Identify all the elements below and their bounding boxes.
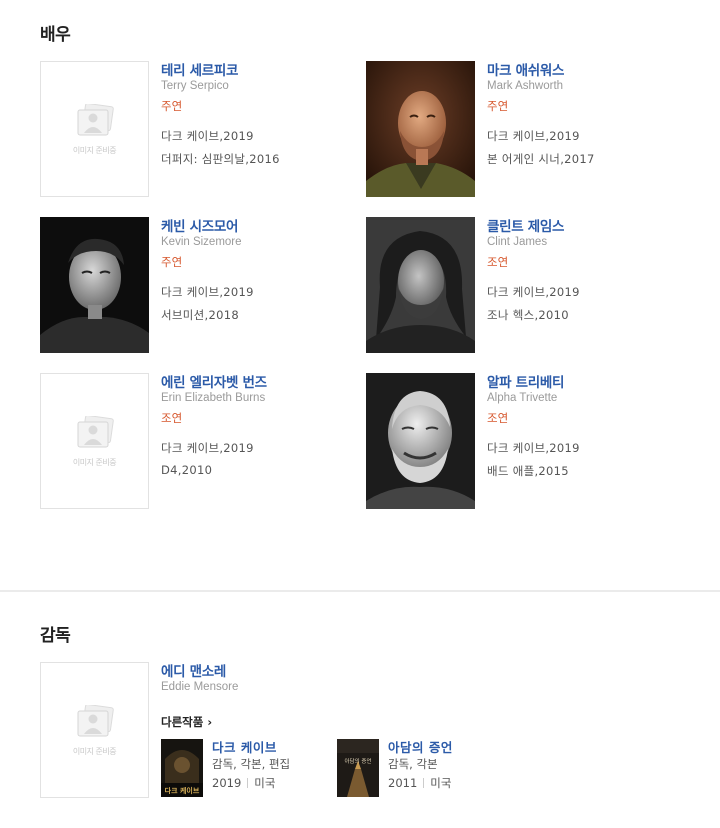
image-placeholder-icon: [77, 705, 114, 737]
actor-card[interactable]: 클린트 제임스 Clint James 조연 다크 케이브,2019 조나 헥스…: [366, 217, 666, 357]
actor-photo[interactable]: [366, 373, 475, 509]
actor-photo-placeholder[interactable]: 이미지 준비중: [40, 373, 149, 509]
director-name-ko[interactable]: 에디 맨소레: [161, 660, 226, 680]
actor-work[interactable]: 다크 케이브,2019: [487, 128, 580, 144]
meta-separator: [423, 778, 425, 788]
actor-name-en: Clint James: [487, 236, 548, 248]
actors-section: 배우 이미지 준비중 테리 세르피코 Terry Serpico 주연 다크 케…: [0, 0, 720, 590]
actor-name-ko[interactable]: 케빈 시즈모어: [161, 215, 238, 235]
poster-art: 다크 케이브: [161, 739, 203, 797]
film-meta: 2011 미국: [388, 775, 451, 791]
actor-work[interactable]: 다크 케이브,2019: [487, 440, 580, 456]
director-card[interactable]: 이미지 준비중 에디 맨소레 Eddie Mensore 다른작품 › 다크 케…: [40, 662, 480, 802]
actor-portrait: [40, 217, 149, 353]
actor-work[interactable]: 배드 애플,2015: [487, 463, 569, 479]
placeholder-text: 이미지 준비중: [72, 146, 117, 155]
meta-separator: [247, 778, 249, 788]
film-meta: 2019 미국: [212, 775, 275, 791]
actor-portrait: [366, 217, 475, 353]
actor-work[interactable]: 다크 케이브,2019: [161, 440, 254, 456]
film-year: 2011: [388, 776, 418, 790]
other-works-link[interactable]: 다른작품 ›: [161, 714, 212, 730]
actor-photo[interactable]: [366, 61, 475, 197]
actor-work[interactable]: 더퍼지: 심판의날,2016: [161, 151, 280, 167]
actor-card[interactable]: 마크 애쉬워스 Mark Ashworth 주연 다크 케이브,2019 본 어…: [366, 61, 666, 201]
actor-work[interactable]: 본 어게인 시너,2017: [487, 151, 595, 167]
actor-role: 주연: [487, 99, 509, 113]
actor-role: 조연: [161, 411, 183, 425]
actor-photo-placeholder[interactable]: 이미지 준비중: [40, 61, 149, 197]
film-roles: 감독, 각본: [388, 757, 438, 771]
actor-role: 주연: [161, 255, 183, 269]
actor-card[interactable]: 이미지 준비중 에린 엘리자벳 번즈 Erin Elizabeth Burns …: [40, 373, 340, 513]
director-section: 감독 이미지 준비중 에디 맨소레 Eddie Mensore 다른작품 › 다…: [0, 591, 720, 828]
film-item[interactable]: 아담의 증언 아담의 증언 감독, 각본 2011 미국: [337, 739, 497, 799]
actor-card[interactable]: 케빈 시즈모어 Kevin Sizemore 주연 다크 케이브,2019 서브…: [40, 217, 340, 357]
poster-art: 아담의 증언: [337, 739, 379, 797]
director-photo-placeholder[interactable]: 이미지 준비중: [40, 662, 149, 798]
actor-name-ko[interactable]: 마크 애쉬워스: [487, 59, 564, 79]
film-item[interactable]: 다크 케이브 다크 케이브 감독, 각본, 편집 2019 미국: [161, 739, 321, 799]
director-name-en: Eddie Mensore: [161, 681, 239, 693]
actor-work[interactable]: D4,2010: [161, 463, 212, 477]
actor-name-ko[interactable]: 클린트 제임스: [487, 215, 564, 235]
actor-name-en: Erin Elizabeth Burns: [161, 392, 266, 404]
actor-name-ko[interactable]: 테리 세르피코: [161, 59, 238, 79]
actor-photo[interactable]: [40, 217, 149, 353]
actor-role: 조연: [487, 411, 509, 425]
actor-work[interactable]: 조나 헥스,2010: [487, 307, 569, 323]
director-title: 감독: [40, 626, 71, 646]
film-roles: 감독, 각본, 편집: [212, 757, 291, 771]
actor-name-ko[interactable]: 에린 엘리자벳 번즈: [161, 371, 267, 391]
film-poster[interactable]: 아담의 증언: [337, 739, 379, 797]
placeholder-text: 이미지 준비중: [72, 458, 117, 467]
film-title[interactable]: 아담의 증언: [388, 737, 453, 756]
image-placeholder-icon: [77, 104, 114, 136]
actor-card[interactable]: 알파 트리베티 Alpha Trivette 조연 다크 케이브,2019 배드…: [366, 373, 666, 513]
poster-title-text: 다크 케이브: [165, 786, 200, 795]
actor-portrait: [366, 373, 475, 509]
actor-photo[interactable]: [366, 217, 475, 353]
film-country: 미국: [430, 776, 452, 790]
actors-title: 배우: [40, 25, 71, 45]
actor-role: 주연: [161, 99, 183, 113]
film-year: 2019: [212, 776, 242, 790]
film-poster[interactable]: 다크 케이브: [161, 739, 203, 797]
actor-name-en: Kevin Sizemore: [161, 236, 242, 248]
actor-work[interactable]: 다크 케이브,2019: [161, 128, 254, 144]
image-placeholder-icon: [77, 416, 114, 448]
film-country: 미국: [254, 776, 276, 790]
actor-role: 조연: [487, 255, 509, 269]
film-title[interactable]: 다크 케이브: [212, 737, 277, 756]
actor-name-en: Terry Serpico: [161, 80, 229, 92]
actor-work[interactable]: 다크 케이브,2019: [161, 284, 254, 300]
placeholder-text: 이미지 준비중: [72, 747, 117, 756]
actor-work[interactable]: 다크 케이브,2019: [487, 284, 580, 300]
actor-name-ko[interactable]: 알파 트리베티: [487, 371, 564, 391]
actor-name-en: Alpha Trivette: [487, 392, 558, 404]
actor-name-en: Mark Ashworth: [487, 80, 564, 92]
actor-card[interactable]: 이미지 준비중 테리 세르피코 Terry Serpico 주연 다크 케이브,…: [40, 61, 340, 201]
actor-portrait: [366, 61, 475, 197]
actor-work[interactable]: 서브미션,2018: [161, 307, 239, 323]
